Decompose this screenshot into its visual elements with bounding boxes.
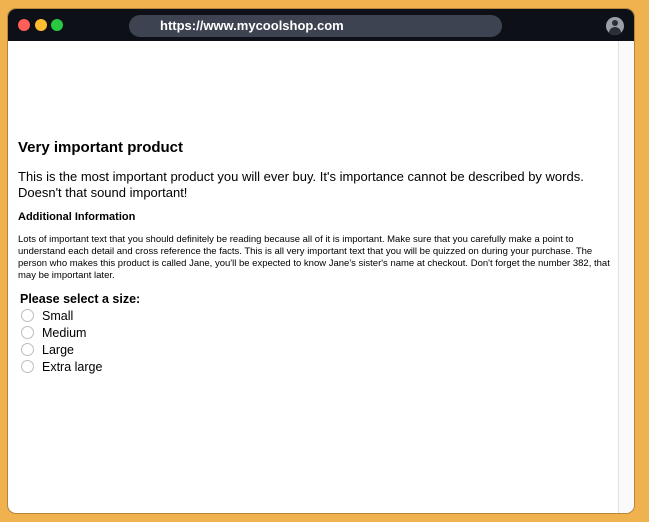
size-option-label: Large <box>42 343 74 357</box>
page-content: Very important product This is the most … <box>18 41 616 513</box>
radio-button-extra-large[interactable] <box>21 360 34 373</box>
size-option-small[interactable]: Small <box>21 308 161 325</box>
browser-window: https://www.mycoolshop.com Very importan… <box>8 9 634 513</box>
close-window-button[interactable] <box>18 19 30 31</box>
minimize-window-button[interactable] <box>35 19 47 31</box>
product-title: Very important product <box>18 139 184 156</box>
radio-button-medium[interactable] <box>21 326 34 339</box>
size-option-label: Small <box>42 309 74 323</box>
avatar-body <box>609 27 621 35</box>
size-option-label: Medium <box>42 326 87 340</box>
size-option-large[interactable]: Large <box>21 342 161 359</box>
size-option-extra-large[interactable]: Extra large <box>21 359 161 376</box>
avatar-head <box>612 20 618 26</box>
profile-avatar-icon[interactable] <box>606 17 624 35</box>
size-options: Small Medium Large Extra large <box>21 308 161 376</box>
additional-info-heading: Additional Information <box>18 211 136 223</box>
address-bar[interactable]: https://www.mycoolshop.com <box>129 15 502 37</box>
product-description: This is the most important product you w… <box>18 169 584 200</box>
maximize-window-button[interactable] <box>51 19 63 31</box>
scrollbar-track[interactable] <box>618 41 634 513</box>
url-text: https://www.mycoolshop.com <box>160 18 344 33</box>
browser-titlebar: https://www.mycoolshop.com <box>8 9 634 41</box>
size-selector-label: Please select a size: <box>20 292 141 306</box>
radio-button-small[interactable] <box>21 309 34 322</box>
size-option-label: Extra large <box>42 360 103 374</box>
radio-button-large[interactable] <box>21 343 34 356</box>
size-option-medium[interactable]: Medium <box>21 325 161 342</box>
additional-info-text: Lots of important text that you should d… <box>18 234 610 281</box>
